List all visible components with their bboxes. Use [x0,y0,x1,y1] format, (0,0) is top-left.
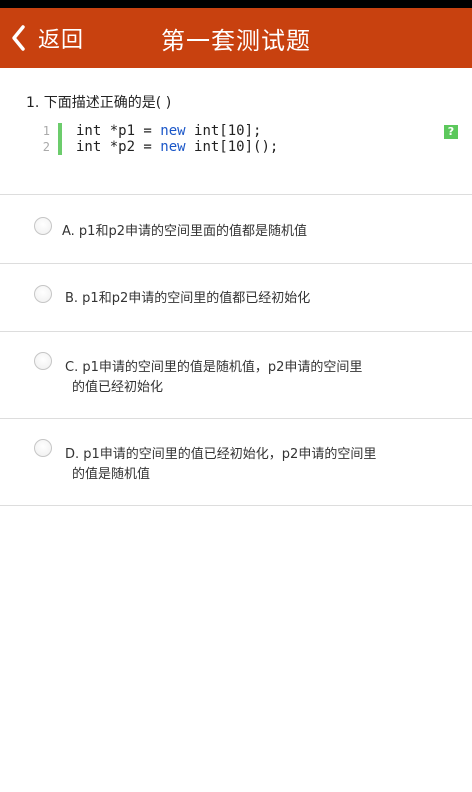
code-text: int *p1 = [76,123,161,139]
code-keyword: new [160,123,186,139]
radio-button-c[interactable] [34,352,52,370]
radio-button-b[interactable] [34,285,52,303]
option-b[interactable]: B. p1和p2申请的空间里的值都已经初始化 [0,264,472,332]
chevron-left-icon [10,23,32,53]
back-label: 返回 [38,28,85,53]
option-d-text-line1: D. p1申请的空间里的值已经初始化，p2申请的空间里 [65,447,377,462]
back-button[interactable]: 返回 [10,8,84,68]
line-number: 2 [42,140,50,154]
code-text: int[10]; [185,123,262,139]
option-c-text-line2: 的值已经初始化 [72,380,164,395]
code-gutter-bar [58,123,62,139]
option-a-text: A. p1和p2申请的空间里面的值都是随机值 [62,224,307,239]
code-gutter-bar [58,139,62,155]
option-d-text-line2: 的值是随机值 [72,467,151,482]
help-icon[interactable]: ? [444,125,458,139]
radio-button-d[interactable] [34,439,52,457]
option-d[interactable]: D. p1申请的空间里的值已经初始化，p2申请的空间里 的值是随机值 [0,419,472,506]
code-text: int *p2 = [76,139,161,155]
code-block: 1 int *p1 = new int[10]; 2 int *p2 = new i… [36,123,456,155]
option-c[interactable]: C. p1申请的空间里的值是随机值，p2申请的空间里 的值已经初始化 [0,332,472,419]
question-text: 1. 下面描述正确的是( ) [26,95,172,111]
option-a[interactable]: A. p1和p2申请的空间里面的值都是随机值 [0,196,472,264]
radio-button-a[interactable] [34,217,52,235]
code-keyword: new [160,139,186,155]
code-text: int[10](); [185,139,279,155]
option-b-text: B. p1和p2申请的空间里的值都已经初始化 [65,291,311,306]
app-header: 返回 第一套测试题 [0,8,472,68]
status-bar [0,0,472,8]
question-card: 1. 下面描述正确的是( ) 1 int *p1 = new int[10]; 2… [0,68,472,195]
option-c-text-line1: C. p1申请的空间里的值是随机值，p2申请的空间里 [65,360,363,375]
line-number: 1 [42,124,50,138]
code-line: 1 int *p1 = new int[10]; [36,123,456,139]
code-line: 2 int *p2 = new int[10](); [36,139,456,155]
